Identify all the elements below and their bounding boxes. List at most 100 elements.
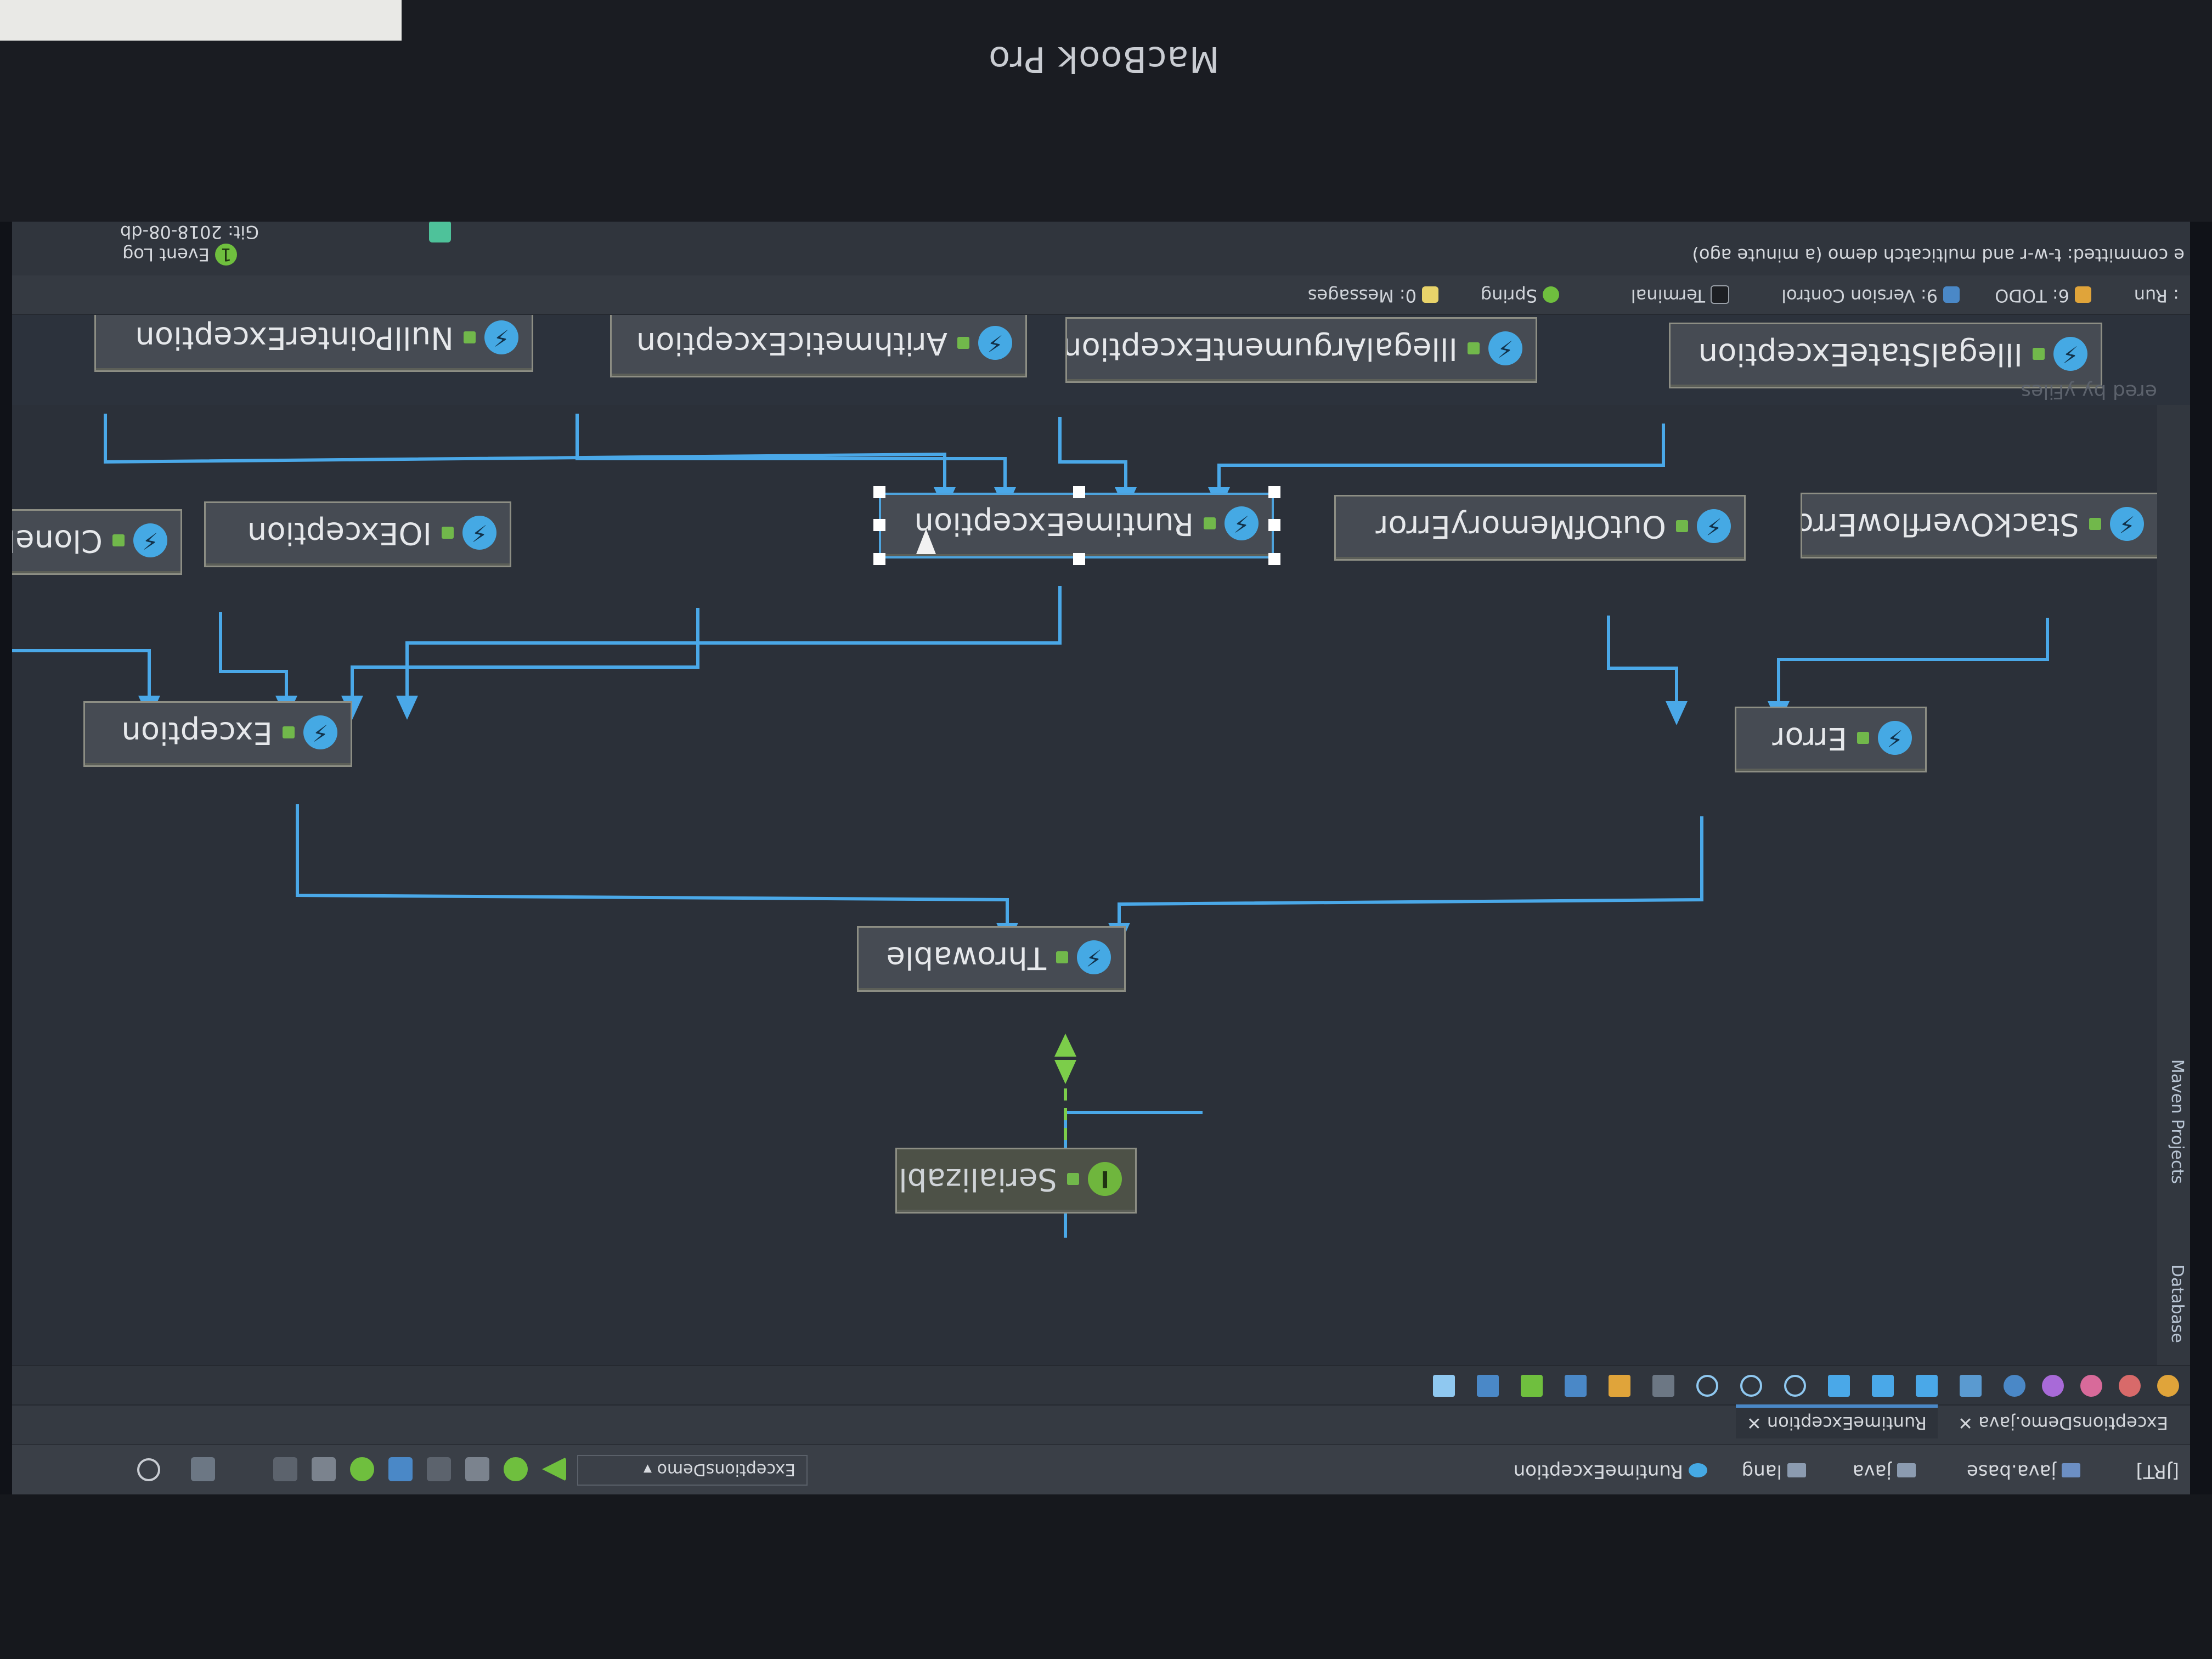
properties-filter-icon[interactable] [2042, 1375, 2064, 1397]
breadcrumb-runtimeexception[interactable]: RuntimeException [1514, 1460, 1707, 1482]
public-modifier-icon [1204, 517, 1216, 530]
class-node-illegalstateexception[interactable]: ⚡ IllegalStateException [1669, 323, 2102, 388]
save-diagram-icon[interactable] [1565, 1375, 1587, 1397]
throwable-class-icon: ⚡ [1077, 940, 1111, 975]
coverage-icon[interactable] [465, 1457, 489, 1481]
fields-filter-icon[interactable] [2157, 1375, 2179, 1397]
status-message: e committed: t-w-r and multicatch demo (… [1692, 245, 2185, 266]
throwable-class-icon: ⚡ [2110, 507, 2144, 541]
project-structure-icon[interactable] [191, 1457, 215, 1481]
database-tool-button[interactable]: Database [2168, 1265, 2187, 1343]
fit-content-icon[interactable] [1652, 1375, 1674, 1397]
version-control-tool-button[interactable]: 9: Version Control [1781, 285, 1960, 306]
class-node-stackoverflowerror[interactable]: ⚡ StackOverflowError [1801, 493, 2157, 558]
git-branch-widget[interactable]: Git: 2018-08-db [120, 222, 259, 242]
class-node-runtimeexception[interactable]: ⚡ RuntimeException [879, 493, 1274, 558]
class-node-serializable[interactable]: I Serializable [895, 1148, 1137, 1214]
selection-handle[interactable] [873, 486, 885, 498]
device-label: MacBook Pro [988, 38, 1220, 79]
settings-icon[interactable] [1433, 1375, 1455, 1397]
class-node-clonenotsupportedexception[interactable]: ⚡ CloneNotSupportedExcep [12, 509, 182, 575]
dependencies-icon[interactable] [1960, 1375, 1982, 1397]
export-icon[interactable] [1521, 1375, 1543, 1397]
terminal-tool-button[interactable]: Terminal [1631, 285, 1729, 306]
event-log-button[interactable]: 1Event Log [122, 244, 237, 266]
selection-handle[interactable] [873, 519, 885, 531]
print-icon[interactable] [1477, 1375, 1499, 1397]
notification-icon[interactable] [429, 221, 451, 242]
edge-iae-to-runtime [1058, 417, 1127, 489]
selection-handle[interactable] [1073, 553, 1085, 565]
implementations-icon[interactable] [1916, 1375, 1938, 1397]
class-node-arithmeticexception[interactable]: ⚡ ArithmeticException [610, 312, 1027, 377]
node-label: Serializable [895, 1161, 1057, 1198]
class-node-illegalargumentexception[interactable]: ⚡ IllegalArgumentException [1065, 317, 1537, 383]
paper-background [0, 0, 402, 41]
throwable-class-icon: ⚡ [1224, 506, 1259, 541]
constructors-filter-icon[interactable] [2119, 1375, 2141, 1397]
tab-exceptionsdemo-java[interactable]: ExceptionsDemo.java ✕ [1947, 1408, 2179, 1438]
build-icon[interactable] [388, 1457, 413, 1481]
breadcrumb-lang[interactable]: lang [1742, 1460, 1806, 1482]
node-label: Throwable [886, 940, 1046, 976]
edge-clone-to-exception [219, 612, 288, 698]
selection-handle[interactable] [1268, 519, 1280, 531]
edit-icon[interactable] [1828, 1375, 1850, 1397]
breadcrumb-java-base[interactable]: java.base [1967, 1460, 2080, 1482]
class-node-outofmemoryerror[interactable]: ⚡ OutOfMemoryError [1334, 495, 1746, 561]
revert-icon[interactable] [273, 1457, 297, 1481]
selection-handle[interactable] [1268, 553, 1280, 565]
public-modifier-icon [1468, 342, 1480, 355]
breadcrumb-java[interactable]: java [1853, 1460, 1916, 1482]
node-label: Error [1772, 720, 1848, 757]
class-node-ioexception[interactable]: ⚡ IOException [204, 501, 511, 567]
public-modifier-icon [1857, 732, 1869, 744]
run-configuration-select[interactable]: ExceptionsDemo ▾ [577, 1455, 808, 1486]
class-node-throwable[interactable]: ⚡ Throwable [857, 926, 1126, 992]
inner-classes-filter-icon[interactable] [2004, 1375, 2025, 1397]
public-modifier-icon [2089, 518, 2101, 531]
spring-tool-button[interactable]: Spring [1481, 285, 1559, 306]
run-tool-button[interactable]: : Run [2134, 285, 2179, 306]
apply-layout-icon[interactable] [1609, 1375, 1630, 1397]
actual-size-icon[interactable] [1696, 1375, 1718, 1397]
terminal-icon [1711, 285, 1729, 304]
breadcrumb-jrt[interactable]: [JRT] [2136, 1460, 2179, 1482]
stop-icon[interactable] [427, 1457, 451, 1481]
todo-tool-button[interactable]: 6: TODO [1995, 285, 2091, 306]
ide-window: [JRT] java.base java lang RuntimeExcepti… [12, 221, 2190, 1494]
maven-projects-tool-button[interactable]: Maven Projects [2168, 1059, 2187, 1184]
arrowhead [1054, 1060, 1076, 1084]
public-modifier-icon [1067, 1173, 1079, 1186]
edge-exception-to-throwable [296, 804, 1009, 925]
search-icon[interactable] [137, 1458, 160, 1481]
vcs-commit-icon[interactable] [312, 1457, 336, 1481]
tab-runtimeexception-diagram[interactable]: RuntimeException ✕ [1735, 1404, 1938, 1438]
interface-icon: I [1088, 1162, 1122, 1197]
yfiles-watermark: ered by yFiles [2021, 380, 2157, 403]
class-node-error[interactable]: ⚡ Error [1735, 707, 1927, 772]
selection-handle[interactable] [1268, 486, 1280, 498]
class-diagram-canvas[interactable]: I Serializable ⚡ Throwable ⚡ Exception ⚡ Err… [12, 306, 2157, 1365]
throwable-class-icon: ⚡ [303, 715, 337, 750]
class-node-nullpointerexception[interactable]: ⚡ NullPointerException [94, 306, 533, 372]
class-node-exception[interactable]: ⚡ Exception [83, 701, 352, 767]
layout-icon[interactable] [1872, 1375, 1894, 1397]
throwable-class-icon: ⚡ [133, 523, 167, 558]
zoom-in-icon[interactable] [1784, 1375, 1806, 1397]
selection-handle[interactable] [873, 553, 885, 565]
module-icon [2062, 1463, 2080, 1478]
messages-tool-button[interactable]: 0: Messages [1308, 285, 1438, 306]
arrowhead [396, 696, 418, 720]
methods-filter-icon[interactable] [2080, 1375, 2102, 1397]
selection-handle[interactable] [1073, 486, 1085, 498]
diagram-toolbar [12, 1365, 2190, 1404]
vcs-update-icon[interactable] [350, 1457, 374, 1481]
laptop-photo-content: [JRT] java.base java lang RuntimeExcepti… [0, 0, 2212, 1659]
node-label: IllegalArgumentException [1065, 331, 1458, 367]
debug-icon[interactable] [504, 1457, 528, 1481]
zoom-out-icon[interactable] [1740, 1375, 1762, 1397]
node-label: Exception [121, 715, 273, 751]
public-modifier-icon [442, 527, 454, 539]
run-icon[interactable] [542, 1457, 566, 1481]
